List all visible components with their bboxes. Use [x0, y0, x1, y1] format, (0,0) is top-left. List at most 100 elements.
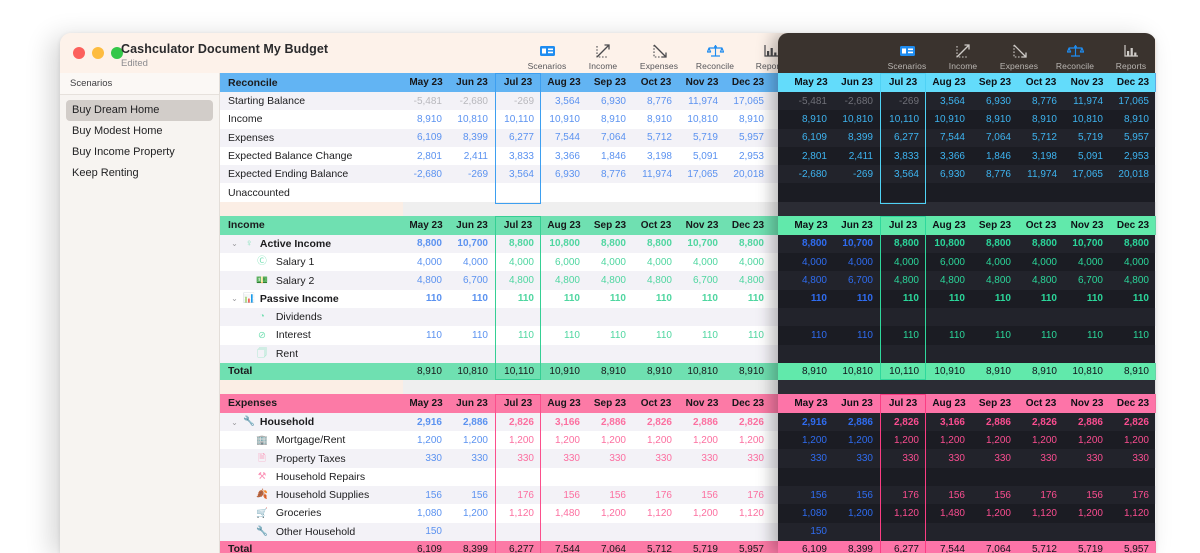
data-cell[interactable]: 2,886 — [679, 413, 725, 431]
data-cell[interactable]: 1,200 — [587, 431, 633, 449]
table-row[interactable]: 330 330 330 330 330 330 330 330 — [778, 449, 1155, 468]
data-cell[interactable] — [541, 523, 587, 541]
data-cell[interactable]: 6,277 — [495, 129, 541, 147]
data-cell[interactable]: 4,000 — [834, 253, 880, 271]
data-cell[interactable]: 4,800 — [587, 271, 633, 289]
data-cell[interactable]: 1,200 — [725, 431, 771, 449]
data-cell[interactable]: 1,080 — [403, 504, 449, 522]
data-cell[interactable]: 8,800 — [1018, 235, 1064, 253]
table-row[interactable] — [778, 307, 1155, 327]
data-cell[interactable]: 1,200 — [1018, 431, 1064, 449]
column-header-aug-23[interactable]: Aug 23 — [926, 73, 972, 92]
data-cell[interactable]: 7,064 — [587, 129, 633, 147]
data-cell[interactable]: 4,800 — [972, 271, 1018, 289]
data-cell[interactable] — [972, 183, 1018, 201]
toolbar-item-expenses[interactable]: Expenses — [991, 39, 1047, 71]
data-cell[interactable]: 4,800 — [495, 271, 541, 289]
data-cell[interactable]: 17,065 — [725, 92, 771, 110]
data-cell[interactable]: 8,800 — [1110, 235, 1155, 253]
data-cell[interactable] — [880, 308, 926, 326]
column-header-dec-23[interactable]: Dec 23 — [1110, 394, 1155, 413]
data-cell[interactable] — [633, 345, 679, 363]
data-cell[interactable]: 1,200 — [541, 431, 587, 449]
data-cell[interactable] — [788, 308, 834, 326]
data-cell[interactable] — [541, 345, 587, 363]
column-header-aug-23[interactable]: Aug 23 — [541, 73, 587, 92]
data-cell[interactable]: 4,000 — [633, 253, 679, 271]
data-cell[interactable]: 5,719 — [679, 129, 725, 147]
data-cell[interactable]: 10,810 — [834, 110, 880, 128]
column-header-aug-23[interactable]: Aug 23 — [541, 216, 587, 235]
data-cell[interactable]: 110 — [449, 326, 495, 344]
data-cell[interactable]: 4,000 — [972, 253, 1018, 271]
data-cell[interactable]: 176 — [1018, 486, 1064, 504]
data-cell[interactable]: -269 — [834, 165, 880, 183]
sidebar-item-buy-dream-home[interactable]: Buy Dream Home — [66, 100, 213, 121]
data-cell[interactable] — [587, 468, 633, 486]
data-cell[interactable] — [1018, 183, 1064, 201]
data-cell[interactable]: 2,826 — [725, 413, 771, 431]
data-cell[interactable]: 6,277 — [880, 129, 926, 147]
data-cell[interactable]: 1,846 — [587, 147, 633, 165]
data-cell[interactable] — [834, 183, 880, 201]
data-cell[interactable] — [679, 308, 725, 326]
data-cell[interactable] — [834, 308, 880, 326]
data-cell[interactable]: 110 — [1018, 326, 1064, 344]
data-cell[interactable] — [495, 523, 541, 541]
column-header-oct-23[interactable]: Oct 23 — [633, 216, 679, 235]
data-cell[interactable]: 10,700 — [449, 235, 495, 253]
column-header-jul-23[interactable]: Jul 23 — [495, 216, 541, 235]
data-cell[interactable]: 2,886 — [449, 413, 495, 431]
data-cell[interactable]: 1,120 — [1018, 504, 1064, 522]
data-cell[interactable]: -2,680 — [449, 92, 495, 110]
data-cell[interactable]: 3,366 — [926, 147, 972, 165]
column-header-may-23[interactable]: May 23 — [788, 394, 834, 413]
data-cell[interactable]: 11,974 — [633, 165, 679, 183]
data-cell[interactable]: 156 — [403, 486, 449, 504]
data-cell[interactable]: 10,800 — [541, 235, 587, 253]
data-cell[interactable]: 1,480 — [541, 504, 587, 522]
data-cell[interactable]: 1,120 — [1110, 504, 1155, 522]
data-cell[interactable]: 156 — [587, 486, 633, 504]
toolbar-item-reconcile[interactable]: Reconcile — [687, 39, 743, 71]
data-cell[interactable]: 10,700 — [1064, 235, 1110, 253]
data-cell[interactable]: 8,800 — [788, 235, 834, 253]
data-cell[interactable] — [1018, 468, 1064, 486]
disclosure-triangle-icon[interactable]: ⌄ — [228, 294, 241, 303]
column-header-jun-23[interactable]: Jun 23 — [449, 394, 495, 413]
table-row[interactable]: 150 — [778, 522, 1155, 541]
data-cell[interactable]: 110 — [880, 326, 926, 344]
data-cell[interactable]: 2,886 — [834, 413, 880, 431]
data-cell[interactable]: 330 — [1110, 449, 1155, 467]
data-cell[interactable]: 4,800 — [880, 271, 926, 289]
column-header-jul-23[interactable]: Jul 23 — [495, 394, 541, 413]
data-cell[interactable]: 3,833 — [495, 147, 541, 165]
data-cell[interactable]: 5,957 — [1110, 129, 1155, 147]
data-cell[interactable]: 110 — [926, 290, 972, 308]
data-cell[interactable]: 3,564 — [880, 165, 926, 183]
data-cell[interactable]: 156 — [834, 486, 880, 504]
data-cell[interactable]: 6,700 — [1064, 271, 1110, 289]
data-cell[interactable]: 5,712 — [633, 129, 679, 147]
data-cell[interactable]: 6,000 — [541, 253, 587, 271]
data-cell[interactable]: 3,564 — [495, 165, 541, 183]
data-cell[interactable] — [633, 308, 679, 326]
data-cell[interactable]: 110 — [1064, 290, 1110, 308]
column-header-sep-23[interactable]: Sep 23 — [587, 394, 633, 413]
data-cell[interactable]: 110 — [880, 290, 926, 308]
data-cell[interactable]: 330 — [926, 449, 972, 467]
column-header-jul-23[interactable]: Jul 23 — [880, 394, 926, 413]
data-cell[interactable]: 4,000 — [495, 253, 541, 271]
data-cell[interactable]: 110 — [1064, 326, 1110, 344]
data-cell[interactable]: 330 — [788, 449, 834, 467]
data-cell[interactable]: 6,700 — [834, 271, 880, 289]
data-cell[interactable]: 110 — [587, 290, 633, 308]
data-cell[interactable] — [541, 468, 587, 486]
data-cell[interactable]: 156 — [972, 486, 1018, 504]
data-cell[interactable] — [633, 183, 679, 201]
data-cell[interactable]: 110 — [1110, 290, 1155, 308]
data-cell[interactable] — [679, 468, 725, 486]
data-cell[interactable] — [495, 308, 541, 326]
column-header-nov-23[interactable]: Nov 23 — [1064, 73, 1110, 92]
data-cell[interactable]: 1,120 — [495, 504, 541, 522]
